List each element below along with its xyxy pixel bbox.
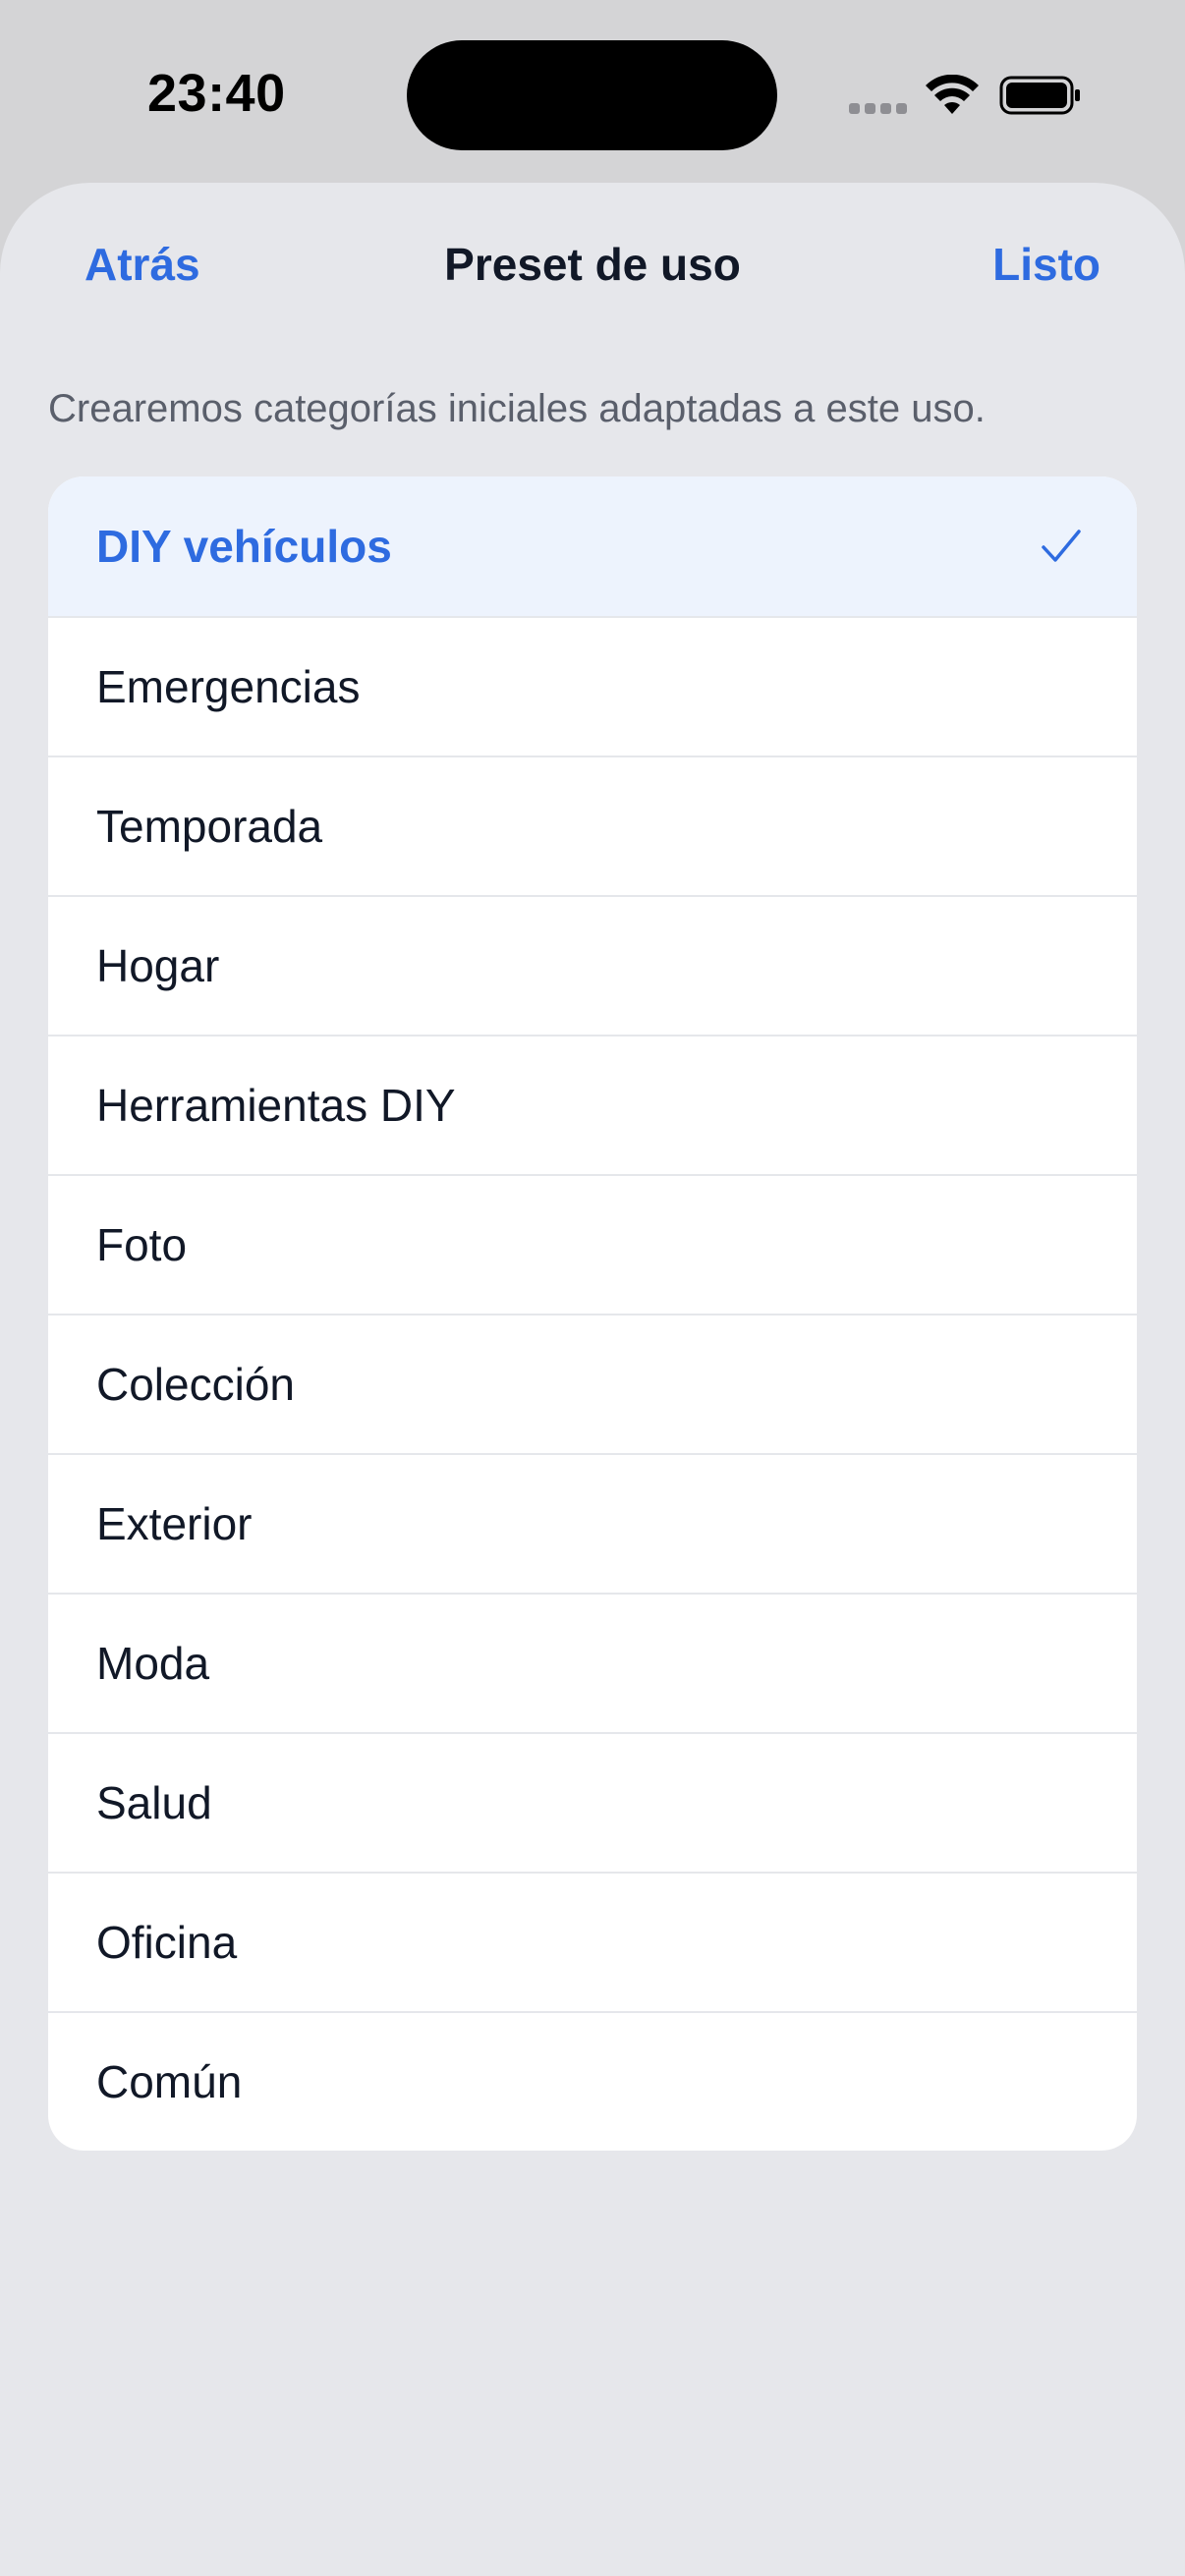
list-item[interactable]: Colección [48, 1314, 1137, 1453]
list-item-label: Emergencias [96, 661, 361, 712]
wifi-icon [926, 75, 979, 114]
list-item-label: Foto [96, 1219, 188, 1270]
list-item[interactable]: Foto [48, 1174, 1137, 1314]
list-item[interactable]: Hogar [48, 895, 1137, 1035]
list-item[interactable]: Salud [48, 1732, 1137, 1872]
cellular-signal-icon [849, 103, 907, 114]
list-item-selected[interactable]: DIY vehículos [48, 476, 1137, 616]
list-item-label: Exterior [96, 1498, 253, 1549]
battery-icon [999, 76, 1080, 115]
list-item[interactable]: Moda [48, 1593, 1137, 1732]
list-item-label: Moda [96, 1638, 210, 1689]
dynamic-island [407, 40, 777, 150]
list-item-label: Colección [96, 1359, 295, 1410]
done-button[interactable]: Listo [992, 238, 1100, 291]
list-item[interactable]: Herramientas DIY [48, 1035, 1137, 1174]
list-item-label: DIY vehículos [96, 521, 392, 572]
preset-list: DIY vehículos Emergencias Temporada Hoga… [48, 476, 1137, 2151]
description-text: Crearemos categorías iniciales adaptadas… [48, 387, 986, 430]
list-item-label: Oficina [96, 1917, 238, 1968]
list-item-label: Temporada [96, 801, 323, 852]
nav-bar: Atrás Preset de uso Listo [0, 183, 1185, 340]
list-item[interactable]: Oficina [48, 1872, 1137, 2011]
list-item-label: Hogar [96, 940, 220, 991]
list-item[interactable]: Temporada [48, 756, 1137, 895]
list-item[interactable]: Común [48, 2011, 1137, 2151]
status-bar: 23:40 [0, 0, 1185, 183]
status-time: 23:40 [147, 64, 286, 123]
list-item-label: Común [96, 2056, 243, 2107]
checkmark-icon [1042, 530, 1081, 562]
list-item[interactable]: Exterior [48, 1453, 1137, 1593]
list-item[interactable]: Emergencias [48, 616, 1137, 756]
list-item-label: Salud [96, 1777, 212, 1828]
list-item-label: Herramientas DIY [96, 1080, 456, 1131]
